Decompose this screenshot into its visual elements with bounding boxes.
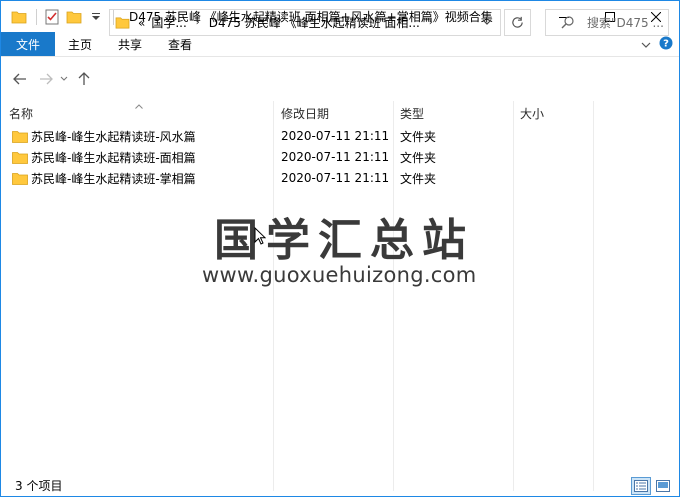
file-modified: 2020-07-11 21:11	[281, 150, 390, 164]
file-name: 苏民峰-峰生水起精读班-风水篇	[31, 129, 196, 144]
breadcrumb-item[interactable]: 国学...	[151, 14, 186, 31]
mouse-cursor-icon	[254, 227, 266, 245]
up-button[interactable]	[73, 68, 95, 90]
column-header-modified[interactable]: 修改日期	[281, 101, 329, 126]
folder-icon	[115, 16, 130, 29]
file-type: 文件夹	[400, 150, 437, 165]
file-name-cell: 苏民峰-峰生水起精读班-掌相篇	[12, 168, 196, 188]
sort-ascending-icon	[135, 98, 143, 112]
file-modified: 2020-07-11 21:11	[281, 129, 390, 143]
folder-icon[interactable]	[9, 7, 29, 27]
properties-icon[interactable]	[42, 7, 62, 27]
watermark-url: www.guoxuehuizong.com	[202, 263, 477, 287]
chevron-right-icon[interactable]: ›	[196, 17, 200, 28]
file-row[interactable]: 苏民峰-峰生水起精读班-掌相篇 2020-07-11 21:11 文件夹	[9, 168, 609, 188]
forward-button[interactable]	[35, 68, 57, 90]
large-icons-view-button[interactable]	[653, 477, 673, 495]
help-icon[interactable]: ?	[659, 36, 673, 53]
explorer-window: D475 苏民峰 《峰生水起精读班 面相篇+风水篇+掌相篇》视频合集 文件 主页…	[0, 0, 680, 497]
breadcrumb-item[interactable]: D475 苏民峰 《峰生水起精读班 面相...	[209, 14, 420, 31]
quick-access-toolbar	[1, 1, 119, 32]
file-name-cell: 苏民峰-峰生水起精读班-风水篇	[12, 126, 196, 146]
folder-icon	[12, 130, 28, 143]
file-row[interactable]: 苏民峰-峰生水起精读班-风水篇 2020-07-11 21:11 文件夹	[9, 126, 609, 146]
svg-text:?: ?	[663, 39, 669, 50]
file-name-cell: 苏民峰-峰生水起精读班-面相篇	[12, 147, 196, 167]
view-switcher	[631, 475, 673, 496]
file-modified: 2020-07-11 21:11	[281, 171, 390, 185]
customize-toolbar-icon[interactable]	[86, 7, 106, 27]
address-dropdown-icon[interactable]	[482, 19, 492, 26]
details-view-button[interactable]	[631, 476, 651, 495]
file-type: 文件夹	[400, 129, 437, 144]
item-count: 3 个项目	[15, 479, 63, 493]
navigation-bar	[1, 58, 679, 100]
column-header-name[interactable]: 名称	[9, 101, 33, 126]
file-type: 文件夹	[400, 171, 437, 186]
breadcrumb-overflow[interactable]: «	[138, 16, 145, 30]
large-icons-view-icon	[656, 479, 670, 492]
search-box[interactable]: 搜索"D475 ...	[545, 9, 669, 36]
watermark-title: 国学汇总站	[214, 215, 474, 266]
file-row[interactable]: 苏民峰-峰生水起精读班-面相篇 2020-07-11 21:11 文件夹	[9, 147, 609, 167]
chevron-right-icon[interactable]: ›	[429, 17, 433, 28]
column-header-type[interactable]: 类型	[400, 101, 424, 126]
toolbar-divider	[36, 8, 37, 25]
folder-icon	[12, 151, 28, 164]
recent-locations-button[interactable]	[57, 68, 71, 90]
address-bar[interactable]: « 国学... › D475 苏民峰 《峰生水起精读班 面相... ›	[109, 9, 501, 36]
column-header-size[interactable]: 大小	[520, 101, 544, 126]
expand-ribbon-icon[interactable]	[641, 38, 651, 52]
back-button[interactable]	[9, 68, 31, 90]
tab-file[interactable]: 文件	[1, 32, 56, 56]
status-bar: 3 个项目	[1, 475, 679, 496]
search-input[interactable]: 搜索"D475 ...	[587, 14, 664, 31]
refresh-icon	[512, 16, 523, 28]
file-name: 苏民峰-峰生水起精读班-面相篇	[31, 150, 196, 165]
refresh-button[interactable]	[504, 9, 531, 36]
tab-home[interactable]: 主页	[55, 32, 105, 56]
new-folder-icon[interactable]	[64, 7, 84, 27]
details-view-icon	[634, 479, 648, 492]
search-icon	[561, 16, 574, 29]
folder-icon	[12, 172, 28, 185]
file-name: 苏民峰-峰生水起精读班-掌相篇	[31, 171, 196, 186]
